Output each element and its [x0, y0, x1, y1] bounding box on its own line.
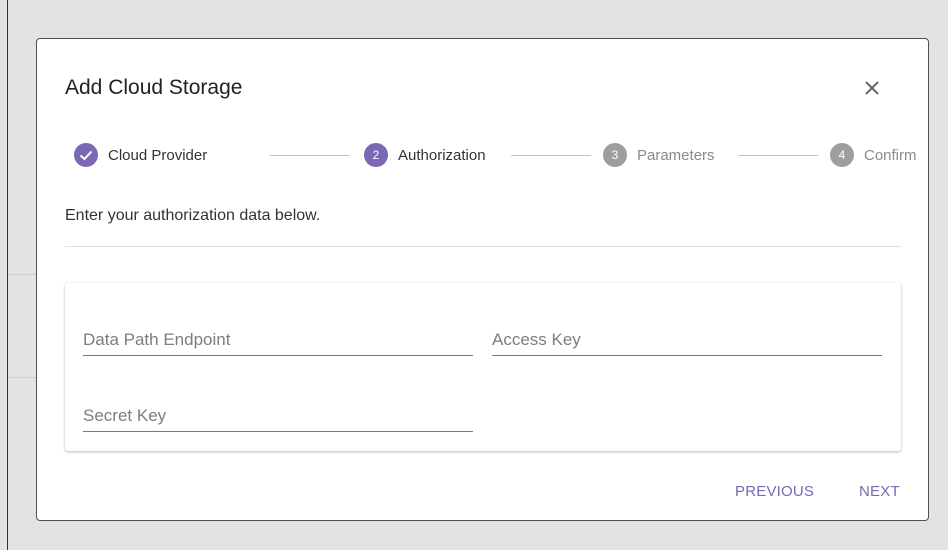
step-confirm[interactable]: 4 Confirm — [830, 142, 917, 168]
stepper: Cloud Provider 2 Authorization 3 Paramet… — [74, 142, 917, 168]
data-path-endpoint-input[interactable] — [83, 325, 473, 356]
step-label: Confirm — [864, 146, 917, 164]
step-connector — [511, 155, 591, 156]
previous-button[interactable]: PREVIOUS — [735, 483, 814, 503]
secret-key-field — [83, 401, 473, 433]
instructions-text: Enter your authorization data below. — [65, 207, 321, 224]
step-number: 3 — [603, 143, 627, 167]
section-divider — [65, 246, 901, 247]
step-label: Parameters — [637, 146, 715, 164]
background-divider — [8, 377, 36, 378]
step-number: 2 — [364, 143, 388, 167]
close-icon — [865, 81, 879, 95]
checkmark-icon — [74, 143, 98, 167]
step-number: 4 — [830, 143, 854, 167]
step-connector — [270, 155, 350, 156]
add-cloud-storage-dialog: Add Cloud Storage Cloud Provider 2 Autho… — [36, 38, 929, 521]
step-connector — [738, 155, 818, 156]
step-parameters[interactable]: 3 Parameters — [603, 142, 715, 168]
credentials-form-card — [65, 283, 901, 451]
close-button[interactable] — [857, 73, 887, 103]
next-button[interactable]: NEXT — [859, 483, 900, 503]
secret-key-input[interactable] — [83, 401, 473, 432]
data-path-endpoint-field — [83, 325, 473, 357]
access-key-input[interactable] — [492, 325, 882, 356]
step-label: Cloud Provider — [108, 146, 208, 164]
dialog-title: Add Cloud Storage — [65, 76, 243, 99]
step-authorization[interactable]: 2 Authorization — [364, 142, 486, 168]
background-divider — [8, 274, 36, 275]
access-key-field — [492, 325, 882, 357]
step-cloud-provider[interactable]: Cloud Provider — [74, 142, 207, 168]
window-edge — [7, 0, 8, 550]
step-label: Authorization — [398, 146, 486, 164]
